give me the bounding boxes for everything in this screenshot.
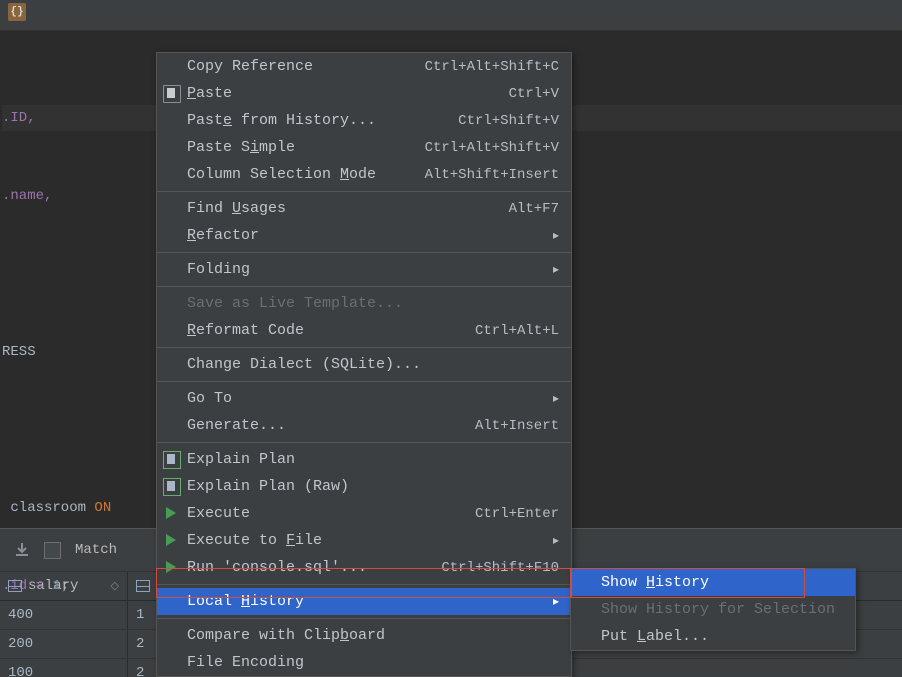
cell-salary: 200 bbox=[0, 630, 128, 658]
menu-item-column-selection[interactable]: Column Selection Mode Alt+Shift+Insert bbox=[157, 161, 571, 188]
column-icon bbox=[136, 580, 150, 592]
menu-item-paste-simple[interactable]: Paste Simple Ctrl+Alt+Shift+V bbox=[157, 134, 571, 161]
menu-item-label: Copy Reference bbox=[187, 58, 313, 75]
menu-item-label: Local History bbox=[187, 593, 304, 610]
menu-item-explain-plan-raw[interactable]: Explain Plan (Raw) bbox=[157, 473, 571, 500]
menu-item-shortcut: Ctrl+Enter bbox=[475, 506, 559, 522]
play-icon bbox=[163, 505, 179, 521]
code-keyword: ON bbox=[94, 500, 111, 516]
menu-item-label: Show History bbox=[601, 574, 709, 591]
menu-item-explain-plan[interactable]: Explain Plan bbox=[157, 446, 571, 473]
menu-item-shortcut: Alt+Insert bbox=[475, 418, 559, 434]
menu-item-label: Find Usages bbox=[187, 200, 286, 217]
submenu-item-put-label[interactable]: Put Label... bbox=[571, 623, 855, 650]
menu-item-shortcut: Ctrl+Alt+Shift+C bbox=[425, 59, 559, 75]
menu-item-label: Execute to File bbox=[187, 532, 322, 549]
code-text: .name, bbox=[2, 188, 52, 204]
menu-item-compare-clipboard[interactable]: Compare with Clipboard bbox=[157, 622, 571, 649]
menu-item-shortcut: Alt+F7 bbox=[509, 201, 559, 217]
menu-item-shortcut: Alt+Shift+Insert bbox=[425, 167, 559, 183]
submenu-indicator-icon: ▸ bbox=[553, 391, 559, 406]
menu-item-generate[interactable]: Generate... Alt+Insert bbox=[157, 412, 571, 439]
editor-toolbar: {} bbox=[0, 0, 902, 31]
menu-item-paste-history[interactable]: Paste from History... Ctrl+Shift+V bbox=[157, 107, 571, 134]
menu-item-find-usages[interactable]: Find Usages Alt+F7 bbox=[157, 195, 571, 222]
menu-item-file-encoding[interactable]: File Encoding bbox=[157, 649, 571, 676]
submenu-indicator-icon: ▸ bbox=[553, 228, 559, 243]
menu-item-shortcut: Ctrl+Alt+L bbox=[475, 323, 559, 339]
menu-item-copy-reference[interactable]: Copy Reference Ctrl+Alt+Shift+C bbox=[157, 53, 571, 80]
code-number: 1 bbox=[52, 578, 60, 594]
local-history-submenu: Show History Show History for Selection … bbox=[570, 568, 856, 651]
menu-item-label: Change Dialect (SQLite)... bbox=[187, 356, 421, 373]
code-text: classroom bbox=[2, 500, 94, 516]
menu-item-label: Paste Simple bbox=[187, 139, 295, 156]
menu-separator bbox=[157, 584, 571, 585]
code-text: .ID, bbox=[2, 110, 36, 126]
menu-separator bbox=[157, 442, 571, 443]
explain-plan-icon bbox=[163, 451, 181, 469]
menu-item-label: Folding bbox=[187, 261, 250, 278]
menu-separator bbox=[157, 381, 571, 382]
menu-item-change-dialect[interactable]: Change Dialect (SQLite)... bbox=[157, 351, 571, 378]
explain-plan-icon bbox=[163, 478, 181, 496]
menu-item-shortcut: Ctrl+V bbox=[509, 86, 559, 102]
menu-separator bbox=[157, 252, 571, 253]
code-text: RESS bbox=[2, 344, 36, 360]
menu-item-local-history[interactable]: Local History ▸ bbox=[157, 588, 571, 615]
menu-item-label: Paste bbox=[187, 85, 232, 102]
menu-item-run-console[interactable]: Run 'console.sql'... Ctrl+Shift+F10 bbox=[157, 554, 571, 581]
menu-item-reformat[interactable]: Reformat Code Ctrl+Alt+L bbox=[157, 317, 571, 344]
submenu-indicator-icon: ▸ bbox=[553, 533, 559, 548]
submenu-indicator-icon: ▸ bbox=[553, 262, 559, 277]
menu-separator bbox=[157, 191, 571, 192]
menu-item-save-template: Save as Live Template... bbox=[157, 290, 571, 317]
play-icon bbox=[163, 532, 179, 548]
column-icon bbox=[8, 580, 22, 592]
menu-item-folding[interactable]: Folding ▸ bbox=[157, 256, 571, 283]
file-type-icon: {} bbox=[8, 3, 26, 21]
submenu-indicator-icon: ▸ bbox=[553, 594, 559, 609]
menu-item-label: Go To bbox=[187, 390, 232, 407]
menu-item-shortcut: Ctrl+Shift+F10 bbox=[441, 560, 559, 576]
menu-item-label: Run 'console.sql'... bbox=[187, 559, 367, 576]
code-text: ; bbox=[61, 578, 69, 594]
menu-item-label: Put Label... bbox=[601, 628, 709, 645]
menu-item-label: Show History for Selection bbox=[601, 601, 835, 618]
menu-item-execute-to-file[interactable]: Execute to File ▸ bbox=[157, 527, 571, 554]
menu-item-label: Refactor bbox=[187, 227, 259, 244]
paste-icon bbox=[163, 85, 181, 103]
menu-item-label: Column Selection Mode bbox=[187, 166, 376, 183]
menu-item-label: Save as Live Template... bbox=[187, 295, 403, 312]
menu-item-label: Execute bbox=[187, 505, 250, 522]
menu-item-execute[interactable]: Execute Ctrl+Enter bbox=[157, 500, 571, 527]
submenu-item-show-history[interactable]: Show History bbox=[571, 569, 855, 596]
cell-salary: 100 bbox=[0, 659, 128, 677]
menu-item-label: Paste from History... bbox=[187, 112, 376, 129]
menu-item-go-to[interactable]: Go To ▸ bbox=[157, 385, 571, 412]
play-icon bbox=[163, 559, 179, 575]
menu-item-shortcut: Ctrl+Alt+Shift+V bbox=[425, 140, 559, 156]
menu-item-label: Explain Plan bbox=[187, 451, 295, 468]
menu-item-label: File Encoding bbox=[187, 654, 304, 671]
menu-item-label: Explain Plan (Raw) bbox=[187, 478, 349, 495]
menu-item-shortcut: Ctrl+Shift+V bbox=[458, 113, 559, 129]
menu-item-label: Reformat Code bbox=[187, 322, 304, 339]
menu-item-paste[interactable]: Paste Ctrl+V bbox=[157, 80, 571, 107]
menu-separator bbox=[157, 347, 571, 348]
menu-item-label: Compare with Clipboard bbox=[187, 627, 385, 644]
submenu-item-show-history-selection: Show History for Selection bbox=[571, 596, 855, 623]
menu-separator bbox=[157, 286, 571, 287]
context-menu: Copy Reference Ctrl+Alt+Shift+C Paste Ct… bbox=[156, 52, 572, 677]
menu-separator bbox=[157, 618, 571, 619]
menu-item-refactor[interactable]: Refactor ▸ bbox=[157, 222, 571, 249]
menu-item-label: Generate... bbox=[187, 417, 286, 434]
